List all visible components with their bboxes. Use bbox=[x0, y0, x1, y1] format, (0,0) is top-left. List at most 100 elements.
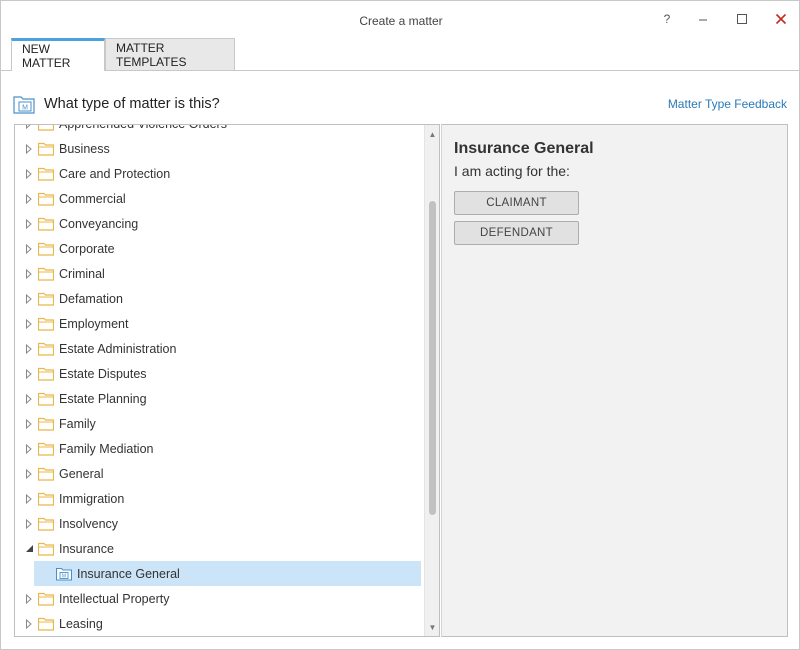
tab-matter-templates[interactable]: MATTER TEMPLATES bbox=[105, 38, 235, 71]
scroll-down-icon[interactable]: ▼ bbox=[425, 620, 439, 634]
chevron-right-icon bbox=[26, 243, 32, 254]
tree-leaf-item[interactable]: M Insurance General bbox=[34, 561, 421, 586]
tree-folder-item[interactable]: Commercial bbox=[15, 186, 425, 211]
tree-folder-item[interactable]: Estate Administration bbox=[15, 336, 425, 361]
chevron-right-icon bbox=[26, 518, 32, 529]
tree-folder-item[interactable]: General bbox=[15, 461, 425, 486]
chevron-right-icon bbox=[26, 168, 32, 179]
folder-icon bbox=[38, 242, 54, 256]
tree-item-label: Leasing bbox=[59, 616, 103, 631]
folder-icon bbox=[38, 417, 54, 431]
tree-folder-item[interactable]: Defamation bbox=[15, 286, 425, 311]
expand-toggle[interactable] bbox=[24, 618, 34, 630]
tree-folder-item[interactable]: Leasing bbox=[15, 611, 425, 636]
expand-toggle[interactable] bbox=[24, 243, 34, 255]
expand-toggle[interactable] bbox=[24, 418, 34, 430]
tree-folder-item[interactable]: Conveyancing bbox=[15, 211, 425, 236]
expand-toggle[interactable] bbox=[24, 143, 34, 155]
folder-icon bbox=[38, 442, 54, 456]
folder-icon bbox=[38, 192, 54, 206]
expand-toggle[interactable] bbox=[24, 468, 34, 480]
tree-item-label: Estate Planning bbox=[59, 391, 147, 406]
acting-for-label: I am acting for the: bbox=[454, 163, 570, 179]
expand-toggle[interactable] bbox=[24, 593, 34, 605]
tree-folder-item[interactable]: Corporate bbox=[15, 236, 425, 261]
maximize-icon bbox=[737, 14, 747, 24]
svg-text:M: M bbox=[62, 573, 66, 579]
expand-toggle[interactable] bbox=[24, 318, 34, 330]
tree-item-label: Insurance bbox=[59, 541, 114, 556]
tree-folder-item[interactable]: Business bbox=[15, 136, 425, 161]
chevron-right-icon bbox=[26, 443, 32, 454]
tree-folder-item[interactable]: Insurance bbox=[15, 536, 425, 561]
scroll-thumb[interactable] bbox=[429, 201, 436, 515]
folder-icon bbox=[38, 517, 54, 531]
tree-item-label: Estate Disputes bbox=[59, 366, 147, 381]
tree-item-label: Employment bbox=[59, 316, 129, 331]
expand-toggle[interactable] bbox=[24, 268, 34, 280]
folder-icon bbox=[38, 367, 54, 381]
expand-toggle[interactable] bbox=[24, 218, 34, 230]
expand-toggle[interactable] bbox=[24, 193, 34, 205]
tree-item-label: Conveyancing bbox=[59, 216, 139, 231]
chevron-right-icon bbox=[26, 493, 32, 504]
expand-toggle[interactable] bbox=[24, 343, 34, 355]
scroll-up-icon[interactable]: ▲ bbox=[425, 127, 439, 141]
claimant-button[interactable]: CLAIMANT bbox=[454, 191, 579, 215]
expand-toggle[interactable] bbox=[24, 443, 34, 455]
folder-icon bbox=[38, 167, 54, 181]
tree-folder-item[interactable]: Family Mediation bbox=[15, 436, 425, 461]
expand-toggle[interactable] bbox=[24, 543, 34, 555]
tree-folder-item[interactable]: Insolvency bbox=[15, 511, 425, 536]
detail-title: Insurance General bbox=[454, 140, 594, 157]
expand-toggle[interactable] bbox=[24, 393, 34, 405]
tree-item-label: Apprehended Violence Orders bbox=[59, 125, 227, 131]
folder-icon bbox=[38, 392, 54, 406]
matter-type-tree: Apprehended Violence Orders Business Care … bbox=[14, 124, 440, 637]
chevron-right-icon bbox=[26, 125, 31, 129]
maximize-button[interactable] bbox=[730, 9, 754, 29]
help-button[interactable]: ? bbox=[655, 9, 679, 29]
expand-toggle[interactable] bbox=[24, 125, 34, 130]
close-button[interactable] bbox=[769, 9, 793, 29]
folder-icon bbox=[38, 267, 54, 281]
tree-item-label: Insolvency bbox=[59, 516, 119, 531]
tree-folder-item[interactable]: Employment bbox=[15, 311, 425, 336]
matter-type-icon: M bbox=[56, 567, 72, 581]
tree-folder-item[interactable]: Criminal bbox=[15, 261, 425, 286]
tree-scrollbar[interactable]: ▲ ▼ bbox=[424, 125, 439, 636]
chevron-right-icon bbox=[26, 368, 32, 379]
tree-folder-item[interactable]: Immigration bbox=[15, 486, 425, 511]
expand-toggle[interactable] bbox=[24, 168, 34, 180]
tree-item-label: Commercial bbox=[59, 191, 126, 206]
chevron-right-icon bbox=[26, 343, 32, 354]
minimize-button[interactable] bbox=[691, 9, 715, 29]
tree-folder-item[interactable]: Family bbox=[15, 411, 425, 436]
chevron-right-icon bbox=[26, 193, 32, 204]
folder-icon bbox=[38, 292, 54, 306]
chevron-right-icon bbox=[26, 618, 32, 629]
folder-icon bbox=[38, 467, 54, 481]
expand-toggle[interactable] bbox=[24, 493, 34, 505]
folder-icon bbox=[38, 142, 54, 156]
expand-toggle[interactable] bbox=[24, 293, 34, 305]
tree-folder-item[interactable]: Estate Disputes bbox=[15, 361, 425, 386]
tab-new-matter[interactable]: NEW MATTER bbox=[11, 38, 105, 71]
folder-icon bbox=[38, 217, 54, 231]
matter-detail-panel: Insurance General I am acting for the: C… bbox=[441, 124, 788, 637]
chevron-right-icon bbox=[26, 468, 32, 479]
chevron-right-icon bbox=[26, 393, 32, 404]
tree-item-label: Intellectual Property bbox=[59, 591, 170, 606]
tree-folder-item[interactable]: Care and Protection bbox=[15, 161, 425, 186]
tree-item-label: Defamation bbox=[59, 291, 123, 306]
matter-type-feedback-link[interactable]: Matter Type Feedback bbox=[668, 97, 787, 111]
expand-toggle[interactable] bbox=[24, 518, 34, 530]
tree-folder-item[interactable]: Estate Planning bbox=[15, 386, 425, 411]
tree-folder-item[interactable]: Apprehended Violence Orders bbox=[15, 125, 425, 136]
defendant-button[interactable]: DEFENDANT bbox=[454, 221, 579, 245]
tree-folder-item[interactable]: Intellectual Property bbox=[15, 586, 425, 611]
tab-underline bbox=[1, 70, 800, 71]
tree-item-label: Criminal bbox=[59, 266, 105, 281]
folder-icon bbox=[38, 542, 54, 556]
expand-toggle[interactable] bbox=[24, 368, 34, 380]
